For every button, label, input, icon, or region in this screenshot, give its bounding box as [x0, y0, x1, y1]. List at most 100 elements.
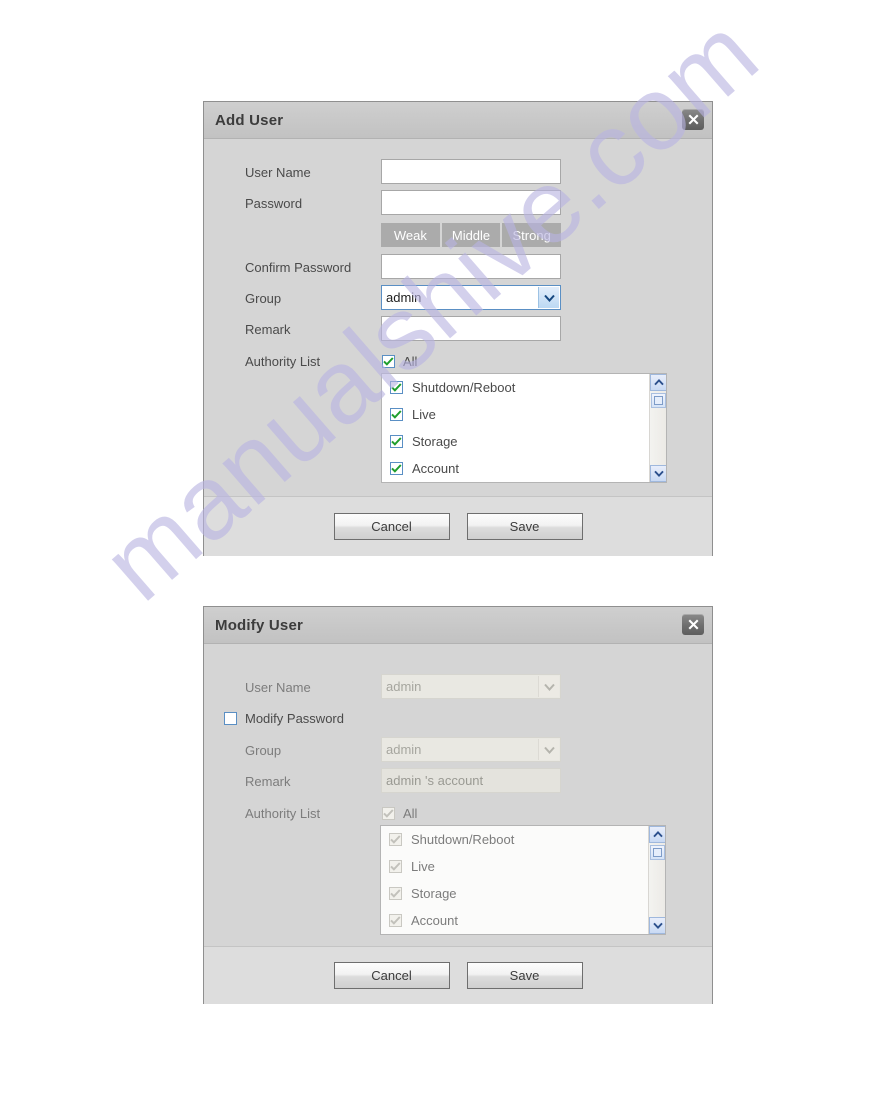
modify-all-checkbox: [382, 806, 395, 820]
cancel-button[interactable]: Cancel: [333, 513, 450, 540]
modify-authority-item-account: Account: [381, 907, 665, 934]
check-icon: [391, 464, 402, 473]
modify-authority-item-label: Live: [411, 859, 435, 874]
all-checkbox-label: All: [403, 353, 418, 369]
password-input[interactable]: [381, 190, 561, 215]
chevron-up-glyph: [653, 379, 664, 386]
group-select[interactable]: admin: [381, 285, 561, 310]
remark-label: Remark: [245, 321, 291, 337]
chevron-down-glyph: [652, 922, 663, 929]
authority-item-shutdown-reboot[interactable]: Shutdown/Reboot: [382, 374, 666, 401]
chevron-down-icon: [538, 676, 559, 697]
scroll-up-arrow-icon[interactable]: [650, 374, 666, 391]
modify-authority-list-box: Shutdown/Reboot Live Storage Account: [380, 825, 666, 935]
check-icon: [391, 437, 402, 446]
chevron-down-icon: [538, 739, 559, 760]
authority-list-label: Authority List: [245, 353, 321, 369]
scrollbar-thumb[interactable]: [650, 845, 665, 860]
modify-password-row[interactable]: Modify Password: [224, 706, 344, 730]
remark-input[interactable]: [381, 316, 561, 341]
add-user-footer: Cancel Save: [204, 496, 712, 556]
password-strength-bar: Weak Middle Strong: [381, 223, 562, 247]
modify-group-value: admin: [386, 742, 422, 757]
modify-remark-input: admin 's account: [381, 768, 561, 793]
strength-strong[interactable]: Strong: [502, 223, 562, 247]
group-label: Group: [245, 290, 282, 306]
chevron-down-glyph: [543, 294, 555, 302]
modify-password-label: Modify Password: [245, 710, 344, 726]
close-x-glyph: [688, 619, 698, 630]
modify-authority-checkbox-storage: [389, 887, 402, 900]
save-button[interactable]: Save: [466, 962, 583, 989]
modify-authority-item-storage: Storage: [381, 880, 665, 907]
add-user-title: Add User: [215, 111, 284, 129]
modify-all-checkbox-row: All: [382, 801, 417, 825]
modify-authority-item-label: Account: [411, 913, 458, 928]
modify-authority-checkbox-shutdown-reboot: [389, 833, 402, 846]
authority-checkbox-account[interactable]: [390, 462, 403, 475]
modify-user-name-select: admin: [381, 674, 561, 699]
modify-user-title: Modify User: [215, 616, 304, 634]
check-icon: [391, 410, 402, 419]
scroll-down-arrow-icon[interactable]: [650, 465, 666, 482]
modify-authority-item-live: Live: [381, 853, 665, 880]
modify-password-checkbox[interactable]: [224, 711, 237, 725]
modify-authority-item-label: Storage: [411, 886, 457, 901]
modify-user-dialog: Modify User User Name admin Modify Passw…: [203, 606, 713, 1004]
authority-list-box: Shutdown/Reboot Live Storage Account: [381, 373, 667, 483]
cancel-button[interactable]: Cancel: [333, 962, 450, 989]
check-icon: [383, 808, 394, 818]
authority-item-account[interactable]: Account: [382, 455, 666, 482]
authority-item-label: Live: [412, 407, 436, 422]
authority-item-label: Storage: [412, 434, 458, 449]
chevron-down-glyph: [543, 746, 555, 754]
authority-list-scrollbar[interactable]: [649, 374, 666, 482]
authority-item-live[interactable]: Live: [382, 401, 666, 428]
modify-remark-label: Remark: [245, 773, 291, 789]
authority-item-label: Account: [412, 461, 459, 476]
modify-authority-list-row: Authority List: [245, 801, 320, 825]
scroll-up-arrow-icon[interactable]: [649, 826, 665, 843]
scroll-down-arrow-icon[interactable]: [649, 917, 665, 934]
confirm-password-input[interactable]: [381, 254, 561, 279]
modify-group-select: admin: [381, 737, 561, 762]
scrollbar-thumb[interactable]: [651, 393, 666, 408]
close-icon[interactable]: [682, 109, 704, 130]
strength-weak[interactable]: Weak: [381, 223, 442, 247]
confirm-password-label: Confirm Password: [245, 259, 352, 275]
modify-group-row: Group: [245, 738, 281, 762]
scrollbar-grip-icon: [654, 396, 663, 405]
group-select-value: admin: [386, 290, 422, 305]
modify-authority-list-scrollbar[interactable]: [648, 826, 665, 934]
authority-item-label: Shutdown/Reboot: [412, 380, 516, 395]
modify-remark-row: Remark: [245, 769, 291, 793]
chevron-down-glyph: [653, 470, 664, 477]
close-icon[interactable]: [682, 614, 704, 635]
modify-authority-item-label: Shutdown/Reboot: [411, 832, 515, 847]
check-icon: [390, 862, 401, 871]
authority-checkbox-live[interactable]: [390, 408, 403, 421]
authority-item-storage[interactable]: Storage: [382, 428, 666, 455]
password-label: Password: [245, 195, 303, 211]
remark-row: Remark: [245, 317, 291, 341]
modify-group-label: Group: [245, 742, 282, 758]
scrollbar-grip-icon: [653, 848, 662, 857]
modify-user-name-row: User Name: [245, 675, 311, 699]
group-row: Group: [245, 286, 281, 310]
check-icon: [383, 356, 394, 366]
authority-checkbox-storage[interactable]: [390, 435, 403, 448]
save-button[interactable]: Save: [466, 513, 583, 540]
user-name-input[interactable]: [381, 159, 561, 184]
modify-user-name-label: User Name: [245, 679, 311, 695]
modify-user-titlebar: Modify User: [204, 607, 712, 644]
modify-authority-checkbox-account: [389, 914, 402, 927]
authority-checkbox-shutdown-reboot[interactable]: [390, 381, 403, 394]
strength-middle[interactable]: Middle: [441, 223, 503, 247]
all-checkbox-row[interactable]: All: [382, 349, 417, 373]
add-user-dialog: Add User User Name Password Weak Middle …: [203, 101, 713, 556]
modify-user-name-value: admin: [386, 679, 422, 694]
all-checkbox[interactable]: [382, 354, 395, 368]
modify-authority-checkbox-live: [389, 860, 402, 873]
confirm-password-row: Confirm Password: [245, 255, 351, 279]
chevron-down-icon: [538, 287, 559, 308]
